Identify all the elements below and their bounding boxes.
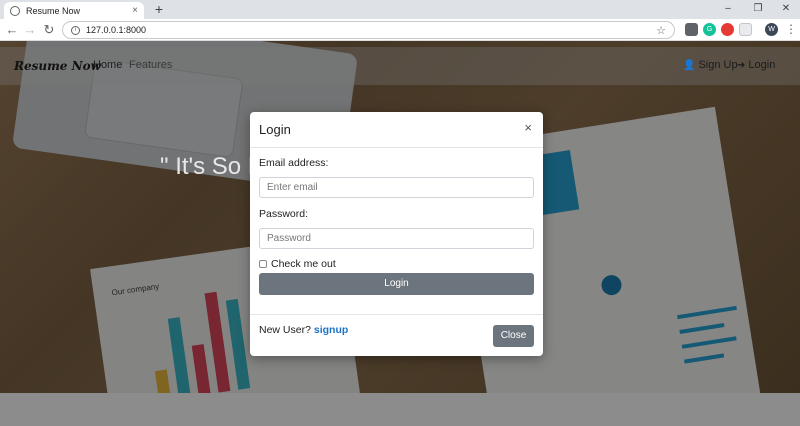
modal-header: Login × bbox=[250, 112, 543, 148]
site-navbar: Resume Now Home Features 👤 Sign Up ➜ Login bbox=[0, 47, 800, 85]
password-label: Password: bbox=[259, 208, 309, 220]
password-field[interactable] bbox=[259, 228, 534, 249]
brand-logo[interactable]: Resume Now bbox=[14, 59, 101, 73]
extension-page-icon[interactable] bbox=[739, 23, 752, 36]
grammarly-icon[interactable]: G bbox=[703, 23, 716, 36]
sign-in-icon: ➜ bbox=[737, 60, 746, 71]
email-label: Email address: bbox=[259, 157, 329, 169]
new-user-text: New User? signup bbox=[259, 324, 348, 336]
remember-label: Check me out bbox=[271, 258, 336, 270]
tab-close-icon[interactable]: × bbox=[132, 5, 138, 16]
user-icon: 👤 bbox=[683, 60, 696, 71]
nav-home-link[interactable]: Home bbox=[93, 59, 122, 71]
tab-title: Resume Now bbox=[26, 5, 81, 16]
maximize-button[interactable]: ❐ bbox=[744, 0, 772, 19]
close-window-button[interactable]: ✕ bbox=[772, 0, 800, 19]
bookmark-star-icon[interactable]: ☆ bbox=[656, 24, 666, 37]
signup-label: Sign Up bbox=[698, 59, 738, 71]
close-button[interactable]: Close bbox=[493, 325, 534, 347]
remember-checkbox[interactable] bbox=[259, 260, 267, 268]
info-icon[interactable]: i bbox=[71, 25, 80, 35]
signup-link[interactable]: signup bbox=[314, 324, 348, 336]
modal-close-icon[interactable]: × bbox=[524, 120, 532, 135]
browser-tab[interactable]: Resume Now × bbox=[4, 2, 144, 19]
login-button[interactable]: Login bbox=[259, 273, 534, 295]
extension-red-icon[interactable] bbox=[721, 23, 734, 36]
modal-title: Login bbox=[259, 122, 291, 137]
modal-backdrop-lower[interactable] bbox=[0, 393, 800, 426]
minimize-button[interactable]: – bbox=[714, 0, 742, 19]
reload-icon[interactable]: ↻ bbox=[41, 22, 57, 38]
url-text[interactable]: 127.0.0.1:8000 bbox=[86, 25, 656, 35]
modal-divider bbox=[250, 314, 543, 315]
new-user-label: New User? bbox=[259, 324, 311, 336]
new-tab-button[interactable]: + bbox=[152, 1, 166, 17]
extension-cube-icon[interactable] bbox=[685, 23, 698, 36]
profile-avatar[interactable]: W bbox=[765, 23, 778, 36]
email-field[interactable] bbox=[259, 177, 534, 198]
back-arrow-icon[interactable]: ← bbox=[4, 22, 20, 38]
menu-kebab-icon[interactable]: ⋮ bbox=[785, 22, 797, 36]
login-modal: Login × Email address: Password: Check m… bbox=[250, 112, 543, 356]
globe-icon bbox=[10, 5, 20, 16]
forward-arrow-icon[interactable]: → bbox=[22, 22, 38, 38]
nav-login-link[interactable]: ➜ Login bbox=[737, 59, 775, 71]
nav-signup-link[interactable]: 👤 Sign Up bbox=[683, 59, 738, 71]
tab-strip: Resume Now × + – ❐ ✕ bbox=[0, 0, 800, 19]
address-bar[interactable]: i 127.0.0.1:8000 ☆ bbox=[62, 21, 675, 39]
login-label: Login bbox=[748, 59, 776, 71]
nav-features-link[interactable]: Features bbox=[129, 59, 172, 71]
browser-toolbar: ← → ↻ i 127.0.0.1:8000 ☆ G W ⋮ bbox=[0, 19, 800, 41]
